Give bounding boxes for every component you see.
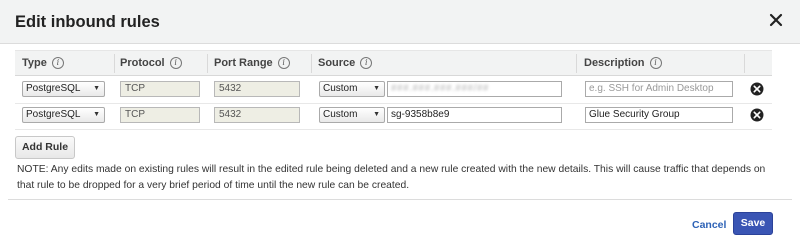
source-mode-select[interactable]: Custom ▼ xyxy=(319,107,385,123)
info-icon[interactable]: i xyxy=(169,57,182,69)
source-mode-select[interactable]: Custom ▼ xyxy=(319,81,385,97)
source-input[interactable]: sg-9358b8e9 xyxy=(387,107,562,123)
column-divider xyxy=(311,54,312,73)
source-value: ###.###.###.###/## xyxy=(391,83,489,94)
column-label: Protocol xyxy=(120,57,165,69)
protocol-field: TCP xyxy=(120,107,200,123)
column-header-protocol: Protocol i xyxy=(120,57,182,69)
info-icon[interactable]: i xyxy=(649,57,662,69)
chevron-down-icon: ▼ xyxy=(373,111,380,118)
column-divider xyxy=(114,54,115,73)
column-header-type: Type i xyxy=(22,57,64,69)
column-header-port-range: Port Range i xyxy=(214,57,290,69)
rules-table-header: Type i Protocol i Port Range i Source i … xyxy=(15,50,772,76)
column-divider xyxy=(576,54,577,73)
source-mode-value: Custom xyxy=(323,109,358,120)
description-input[interactable]: Glue Security Group xyxy=(585,107,733,123)
description-input[interactable]: e.g. SSH for Admin Desktop xyxy=(585,81,733,97)
column-label: Port Range xyxy=(214,57,273,69)
type-select[interactable]: PostgreSQL ▼ xyxy=(22,81,105,97)
close-icon[interactable] xyxy=(769,13,783,27)
rule-row: PostgreSQL ▼ TCP 5432 Custom ▼ ###.###.#… xyxy=(15,78,772,102)
source-input[interactable]: ###.###.###.###/## xyxy=(387,81,562,97)
source-mode-value: Custom xyxy=(323,83,358,94)
info-icon[interactable]: i xyxy=(51,57,64,69)
remove-circle-icon[interactable] xyxy=(750,108,764,122)
column-label: Source xyxy=(318,57,356,69)
port-range-field: 5432 xyxy=(214,81,300,97)
column-header-description: Description i xyxy=(584,57,662,69)
column-label: Description xyxy=(584,57,645,69)
chevron-down-icon: ▼ xyxy=(93,85,100,92)
chevron-down-icon: ▼ xyxy=(93,111,100,118)
cancel-button[interactable]: Cancel xyxy=(692,219,726,231)
edit-warning-note: NOTE: Any edits made on existing rules w… xyxy=(17,164,766,191)
type-select[interactable]: PostgreSQL ▼ xyxy=(22,107,105,123)
column-divider xyxy=(207,54,208,73)
dialog-title: Edit inbound rules xyxy=(15,13,160,31)
row-divider xyxy=(15,129,772,130)
add-rule-button[interactable]: Add Rule xyxy=(15,136,75,159)
save-button[interactable]: Save xyxy=(733,212,773,235)
type-select-value: PostgreSQL xyxy=(26,109,81,120)
footer-divider xyxy=(8,199,792,200)
protocol-field: TCP xyxy=(120,81,200,97)
info-icon[interactable]: i xyxy=(277,57,290,69)
port-range-field: 5432 xyxy=(214,107,300,123)
info-icon[interactable]: i xyxy=(360,57,373,69)
rule-row: PostgreSQL ▼ TCP 5432 Custom ▼ sg-9358b8… xyxy=(15,104,772,128)
chevron-down-icon: ▼ xyxy=(373,85,380,92)
column-header-source: Source i xyxy=(318,57,373,69)
type-select-value: PostgreSQL xyxy=(26,83,81,94)
dialog-header: Edit inbound rules xyxy=(0,0,800,44)
column-divider xyxy=(744,54,745,73)
column-label: Type xyxy=(22,57,47,69)
remove-circle-icon[interactable] xyxy=(750,82,764,96)
